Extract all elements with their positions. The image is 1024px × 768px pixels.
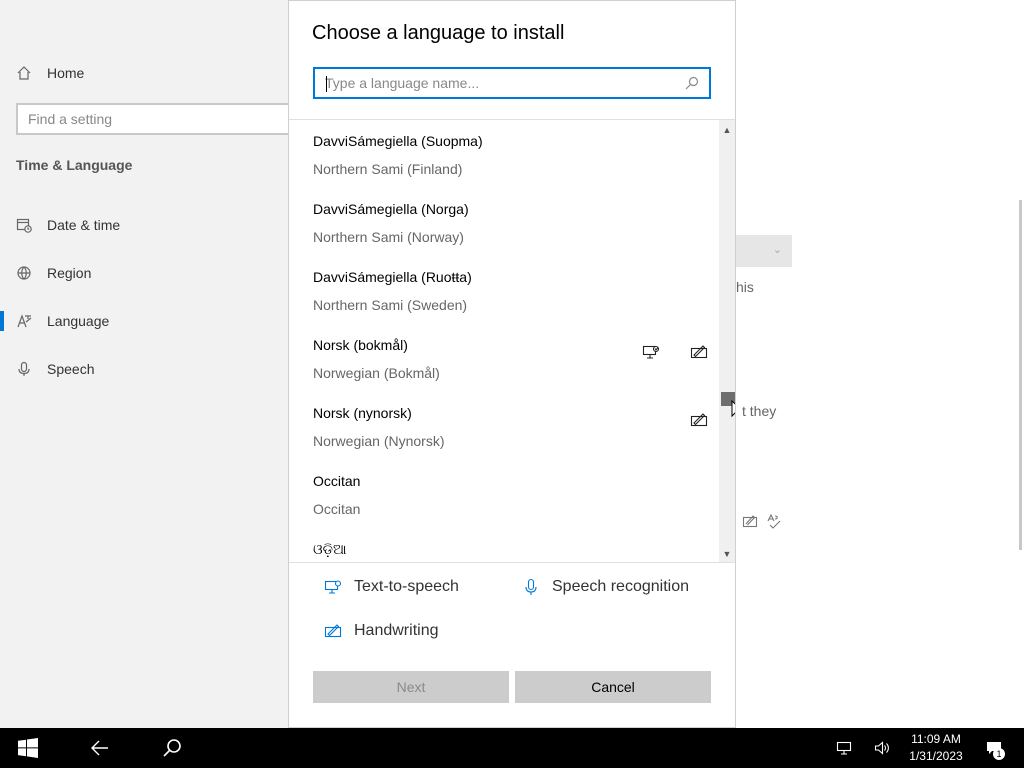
nav-item-label: Region [47,265,92,281]
language-english-name: Northern Sami (Sweden) [313,297,468,313]
background-text: t they [742,403,777,419]
back-arrow-icon [91,740,108,756]
legend-label: Handwriting [354,622,439,639]
nav-item-label: Language [47,313,110,329]
nav-item-label: Speech [47,361,95,377]
microphone-icon [522,578,540,596]
text-caret [326,76,327,92]
language-icon [16,313,32,329]
background-dropdown[interactable]: ⌄ [736,235,792,267]
language-search-box[interactable] [313,67,711,99]
background-feature-icons [742,513,782,534]
next-button[interactable]: Next [313,671,509,703]
language-native-name: DavviSámegiella (Suopma) [313,133,483,149]
language-english-name: Northern Sami (Finland) [313,161,463,177]
list-item[interactable]: DavviSámegiella (Norga) Northern Sami (N… [313,188,713,256]
list-item[interactable]: ଓଡ଼ିଆ [313,528,713,562]
settings-nav: Home Find a setting Time & Language Date… [0,0,298,728]
nav-item-label: Date & time [47,217,121,233]
background-text: his [736,279,754,295]
clock-time: 11:09 AM [911,732,961,746]
cancel-button[interactable]: Cancel [515,671,711,703]
language-list-scrollbar[interactable]: ▲ ▼ [719,120,735,562]
language-native-name: ଓଡ଼ିଆ [313,541,347,557]
list-item[interactable]: DavviSámegiella (Suopma) Northern Sami (… [313,120,713,188]
search-icon [163,739,181,757]
legend-label: Speech recognition [552,578,689,595]
language-english-name: Norwegian (Nynorsk) [313,433,445,449]
calendar-clock-icon [16,217,32,233]
language-native-name: DavviSámegiella (Ruoŧŧa) [313,269,472,285]
page-scrollbar[interactable] [1019,200,1022,550]
volume-button[interactable] [870,728,894,768]
scroll-down-icon[interactable]: ▼ [719,546,735,562]
list-item[interactable]: Norsk (nynorsk) Norwegian (Nynorsk) [313,392,713,460]
nav-home-label: Home [47,65,85,81]
taskbar: 11:09 AM 1/31/2023 1 [0,728,1024,768]
handwriting-icon [324,622,342,640]
spellcheck-icon [766,513,782,534]
notification-count: 1 [993,748,1005,760]
language-native-name: DavviSámegiella (Norga) [313,201,469,217]
legend-handwriting: Handwriting [324,622,438,640]
legend-speech-recognition: Speech recognition [522,578,689,596]
network-button[interactable] [832,728,856,768]
nav-selection-indicator [0,311,4,331]
language-search-input[interactable] [325,75,685,91]
nav-home[interactable]: Home [16,65,84,81]
choose-language-dialog: Choose a language to install DavviSámegi… [288,0,736,728]
scroll-up-icon[interactable]: ▲ [719,122,735,138]
home-icon [16,65,32,81]
taskbar-clock[interactable]: 11:09 AM 1/31/2023 [898,731,974,765]
handwriting-icon [742,513,758,534]
microphone-icon [16,361,32,377]
find-setting-input[interactable]: Find a setting [16,103,298,135]
network-icon [836,741,852,755]
legend-label: Text-to-speech [354,578,459,595]
speaker-icon [874,741,889,755]
text-to-speech-icon [324,578,342,596]
language-english-name: Norwegian (Bokmål) [313,365,440,381]
legend-text-to-speech: Text-to-speech [324,578,459,596]
nav-item-region[interactable]: Region [16,265,91,281]
globe-icon [16,265,32,281]
clock-date: 1/31/2023 [909,749,963,763]
nav-item-speech[interactable]: Speech [16,361,94,377]
start-button[interactable] [4,728,52,768]
taskbar-search-button[interactable] [148,728,196,768]
nav-section-title: Time & Language [16,157,133,173]
text-to-speech-icon [642,344,660,360]
list-item[interactable]: Occitan Occitan [313,460,713,528]
dialog-title: Choose a language to install [312,22,565,44]
nav-item-language[interactable]: Language [16,313,109,329]
language-english-name: Northern Sami (Norway) [313,229,464,245]
list-item[interactable]: DavviSámegiella (Ruoŧŧa) Northern Sami (… [313,256,713,324]
chevron-down-icon: ⌄ [772,244,782,256]
search-icon[interactable] [685,76,699,90]
language-list: DavviSámegiella (Suopma) Northern Sami (… [289,119,735,563]
handwriting-icon [690,344,708,360]
language-native-name: Occitan [313,473,361,489]
find-setting-placeholder: Find a setting [28,111,113,127]
language-english-name: Occitan [313,501,361,517]
windows-logo-icon [18,738,38,758]
list-item[interactable]: Norsk (bokmål) Norwegian (Bokmål) [313,324,713,392]
action-center-button[interactable]: 1 [980,728,1008,768]
handwriting-icon [690,412,708,428]
nav-item-date-time[interactable]: Date & time [16,217,120,233]
language-native-name: Norsk (nynorsk) [313,405,412,421]
back-button[interactable] [76,728,124,768]
mouse-cursor-icon [731,400,735,418]
language-native-name: Norsk (bokmål) [313,337,408,353]
